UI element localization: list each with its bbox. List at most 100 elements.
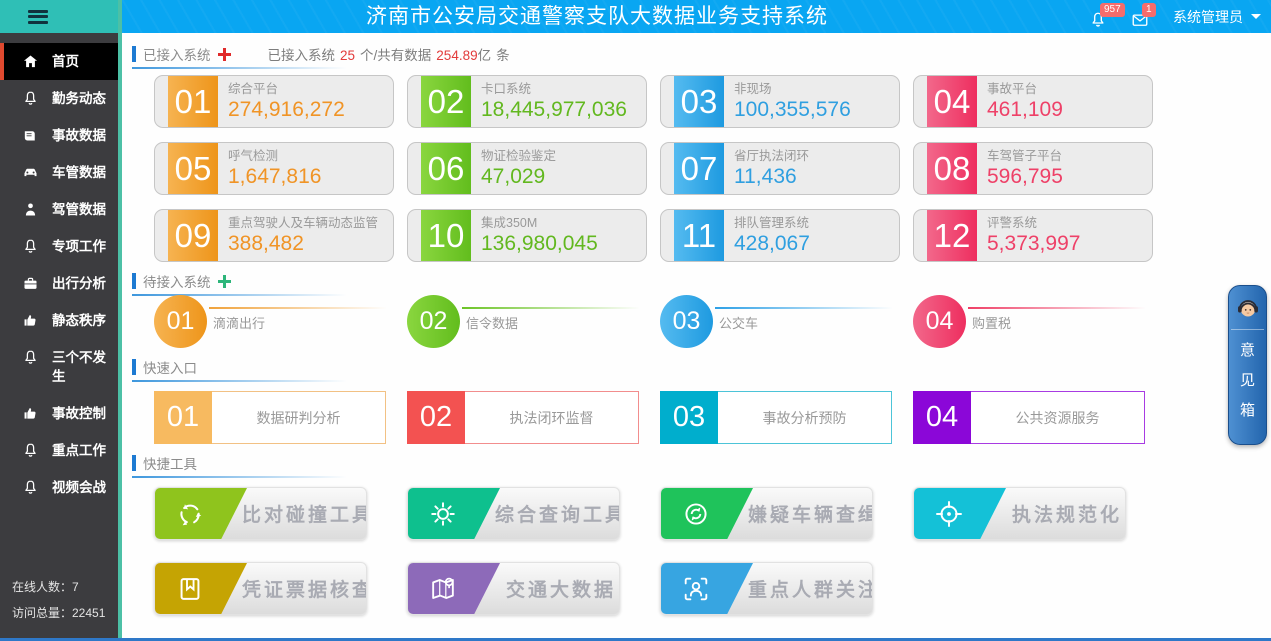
sidebar-item-accident-control[interactable]: 事故控制 xyxy=(0,395,118,432)
system-card-09[interactable]: 09 重点驾驶人及车辆动态监管 388,482 xyxy=(154,209,394,262)
card-number: 03 xyxy=(674,76,724,127)
card-number: 07 xyxy=(674,143,724,194)
user-name: 系统管理员 xyxy=(1173,7,1243,27)
pending-line xyxy=(715,307,893,309)
tool-law-standardization[interactable]: 执法规范化 xyxy=(913,487,1126,540)
system-card-12[interactable]: 12 评警系统 5,373,997 xyxy=(913,209,1153,262)
car-icon xyxy=(22,164,39,181)
quick-entry-public-resources[interactable]: 04 公共资源服务 xyxy=(913,391,1145,444)
notifications-button[interactable]: 957 xyxy=(1089,7,1111,27)
tool-label: 嫌疑车辆查缉 xyxy=(756,488,872,539)
section-bar xyxy=(132,273,136,289)
map-icon xyxy=(428,574,458,604)
tool-label: 执法规范化 xyxy=(1009,488,1125,539)
sidebar-item-vehicle-data[interactable]: 车管数据 xyxy=(0,154,118,191)
card-value: 274,916,272 xyxy=(228,97,345,123)
feedback-label: 意见箱 xyxy=(1239,336,1256,426)
pending-item-bus[interactable]: 03 公交车 xyxy=(660,295,900,349)
chevron-down-icon xyxy=(1251,14,1261,19)
sidebar-item-home[interactable]: 首页 xyxy=(0,43,118,80)
section-underline xyxy=(132,67,347,69)
system-card-02[interactable]: 02 卡口系统 18,445,977,036 xyxy=(407,75,647,128)
sidebar-item-key-work[interactable]: 重点工作 xyxy=(0,432,118,469)
pending-item-purchase-tax[interactable]: 04 购置税 xyxy=(913,295,1153,349)
section-underline xyxy=(132,476,347,478)
card-title: 卡口系统 xyxy=(481,81,627,97)
card-value: 11,436 xyxy=(734,164,809,190)
quick-entry-law-enforcement-loop[interactable]: 02 执法闭环监督 xyxy=(407,391,639,444)
pending-label: 公交车 xyxy=(715,313,893,332)
pending-number: 02 xyxy=(407,295,460,348)
pending-label: 滴滴出行 xyxy=(209,313,387,332)
card-title: 评警系统 xyxy=(987,215,1080,231)
tool-label: 综合查询工具 xyxy=(503,488,619,539)
quick-number: 02 xyxy=(407,391,465,444)
notifications-badge: 957 xyxy=(1100,3,1125,17)
page-title: 济南市公安局交通警察支队大数据业务支持系统 xyxy=(247,0,947,33)
system-card-10[interactable]: 10 集成350M 136,980,045 xyxy=(407,209,647,262)
system-card-06[interactable]: 06 物证检验鉴定 47,029 xyxy=(407,142,647,195)
bell-icon xyxy=(22,442,39,459)
system-card-03[interactable]: 03 非现场 100,355,576 xyxy=(660,75,900,128)
user-menu[interactable]: 系统管理员 xyxy=(1173,7,1261,27)
quick-label: 执法闭环监督 xyxy=(465,391,639,444)
pending-item-didi[interactable]: 01 滴滴出行 xyxy=(154,295,394,349)
pending-line xyxy=(209,307,387,309)
quick-label: 事故分析预防 xyxy=(718,391,892,444)
gear-icon xyxy=(428,499,458,529)
quick-entry-data-analysis[interactable]: 01 数据研判分析 xyxy=(154,391,386,444)
system-card-07[interactable]: 07 省厅执法闭环 11,436 xyxy=(660,142,900,195)
bell-icon xyxy=(22,479,39,496)
tool-key-people-focus[interactable]: 重点人群关注 xyxy=(660,562,873,615)
add-system-icon[interactable] xyxy=(218,48,231,61)
tool-comprehensive-query[interactable]: 综合查询工具 xyxy=(407,487,620,540)
system-card-01[interactable]: 01 综合平台 274,916,272 xyxy=(154,75,394,128)
pending-number: 01 xyxy=(154,295,207,348)
card-value: 100,355,576 xyxy=(734,97,851,123)
quick-entry-accident-prevention[interactable]: 03 事故分析预防 xyxy=(660,391,892,444)
quick-entry-header: 快速入口 xyxy=(132,358,197,376)
system-card-05[interactable]: 05 呼气检测 1,647,816 xyxy=(154,142,394,195)
tool-suspect-vehicle-check[interactable]: 嫌疑车辆查缉 xyxy=(660,487,873,540)
card-number: 01 xyxy=(168,76,218,127)
pending-item-signal-data[interactable]: 02 信令数据 xyxy=(407,295,647,349)
section-bar xyxy=(132,455,136,471)
tool-compare-collision[interactable]: 比对碰撞工具 xyxy=(154,487,367,540)
card-title: 综合平台 xyxy=(228,81,345,97)
sidebar-stats: 在线人数：7 访问总量：22451 xyxy=(12,574,105,626)
sidebar-item-travel-analysis[interactable]: 出行分析 xyxy=(0,265,118,302)
card-number: 08 xyxy=(927,143,977,194)
card-title: 省厅执法闭环 xyxy=(734,148,809,164)
sidebar-item-accident-data[interactable]: 事故数据 xyxy=(0,117,118,154)
messages-badge: 1 xyxy=(1142,3,1156,17)
sidebar-item-duty-dynamics[interactable]: 勤务动态 xyxy=(0,80,118,117)
menu-toggle-button[interactable] xyxy=(0,0,122,33)
card-value: 461,109 xyxy=(987,97,1063,123)
sidebar-item-driver-data[interactable]: 驾管数据 xyxy=(0,191,118,228)
bell-icon xyxy=(22,238,39,255)
feedback-box-button[interactable]: 意见箱 xyxy=(1228,285,1267,445)
sidebar-item-video-campaign[interactable]: 视频会战 xyxy=(0,469,118,506)
briefcase-icon xyxy=(22,275,39,292)
sidebar-item-static-order[interactable]: 静态秩序 xyxy=(0,302,118,339)
card-title: 物证检验鉴定 xyxy=(481,148,556,164)
messages-button[interactable]: 1 xyxy=(1131,7,1153,27)
pending-label: 信令数据 xyxy=(462,313,640,332)
hamburger-icon xyxy=(28,10,48,24)
system-card-08[interactable]: 08 车驾管子平台 596,795 xyxy=(913,142,1153,195)
system-card-04[interactable]: 04 事故平台 461,109 xyxy=(913,75,1153,128)
sidebar-item-special-work[interactable]: 专项工作 xyxy=(0,228,118,265)
main-content: 已接入系统 已接入系统 25 个/共有数据 254.89 亿 条 01 综合平台… xyxy=(122,33,1271,638)
system-card-11[interactable]: 11 排队管理系统 428,067 xyxy=(660,209,900,262)
card-title: 重点驾驶人及车辆动态监管 xyxy=(228,215,378,231)
add-pending-system-icon[interactable] xyxy=(218,275,231,288)
tool-voucher-ticket-check[interactable]: 凭证票据核查 xyxy=(154,562,367,615)
sidebar-item-three-no-occur[interactable]: 三个不发生 xyxy=(0,339,118,395)
card-value: 388,482 xyxy=(228,231,378,257)
pending-label: 购置税 xyxy=(968,313,1146,332)
card-value: 18,445,977,036 xyxy=(481,97,627,123)
tool-traffic-big-data[interactable]: 交通大数据 xyxy=(407,562,620,615)
quick-label: 数据研判分析 xyxy=(212,391,386,444)
card-title: 呼气检测 xyxy=(228,148,321,164)
card-title: 集成350M xyxy=(481,215,598,231)
